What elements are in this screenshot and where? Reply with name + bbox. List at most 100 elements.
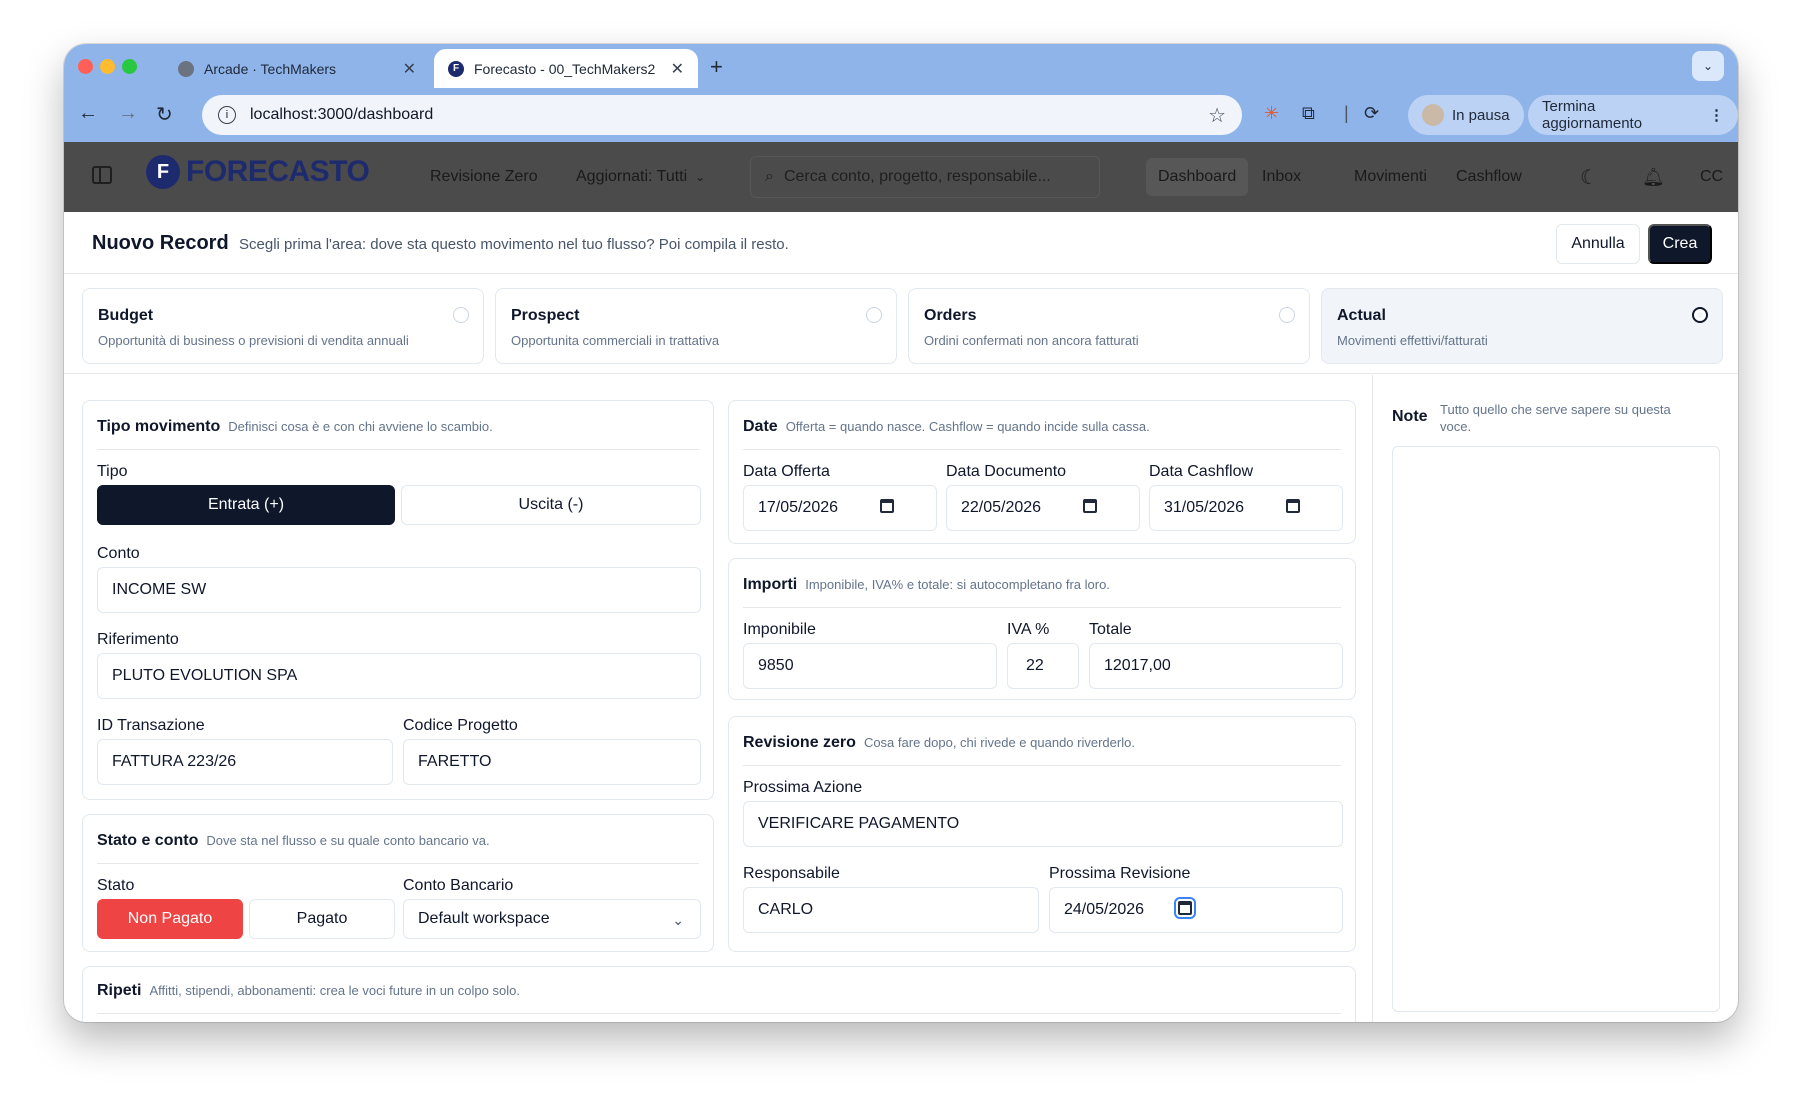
entrata-toggle[interactable]: Entrata (+) [97, 485, 395, 525]
global-search-input[interactable]: ⌕ Cerca conto, progetto, responsabile... [750, 156, 1100, 198]
uscita-toggle[interactable]: Uscita (-) [401, 485, 701, 525]
more-vert-icon[interactable]: ⋮ [1709, 106, 1724, 124]
data-documento-value: 22/05/2026 [961, 499, 1042, 516]
prossima-revisione-label: Prossima Revisione [1049, 865, 1191, 882]
note-subtitle: Tutto quello che serve sapere su questa … [1440, 402, 1671, 434]
riferimento-label: Riferimento [97, 631, 179, 648]
site-info-icon[interactable]: i [218, 106, 236, 124]
extension-sparkle-icon[interactable]: ✳ [1264, 103, 1279, 124]
card-header: Date Offerta = quando nasce. Cashflow = … [743, 418, 1341, 450]
calendar-icon[interactable] [1174, 897, 1196, 919]
bookmark-star-icon[interactable]: ☆ [1208, 103, 1226, 128]
non-pagato-toggle[interactable]: Non Pagato [97, 899, 243, 939]
riferimento-field[interactable]: PLUTO EVOLUTION SPA [97, 653, 701, 699]
close-window-button[interactable] [78, 59, 93, 74]
forward-arrow-icon[interactable]: → [118, 102, 138, 125]
prossima-revisione-field[interactable]: 24/05/2026 [1049, 887, 1343, 933]
card-title: Tipo movimento [97, 418, 221, 435]
area-radio-selected[interactable] [1692, 307, 1708, 323]
iva-field[interactable]: 22 [1007, 643, 1079, 689]
area-name: Actual [1337, 307, 1386, 324]
sidebar-toggle-icon[interactable] [92, 166, 112, 184]
profile-pill[interactable]: In pausa [1408, 95, 1524, 135]
area-option-actual[interactable]: Actual Movimenti effettivi/fatturati [1321, 288, 1723, 364]
area-option-orders[interactable]: Orders Ordini confermati non ancora fatt… [908, 288, 1310, 364]
nav-dashboard[interactable]: Dashboard [1146, 158, 1249, 196]
stato-label: Stato [97, 877, 135, 894]
notifications-bell-icon[interactable]: 🔔︎ [1630, 158, 1677, 196]
area-name: Budget [98, 307, 154, 324]
close-tab-icon[interactable]: ✕ [403, 59, 416, 79]
reload-icon[interactable]: ↻ [156, 102, 173, 127]
revisione-zero-button[interactable]: Revisione Zero [418, 158, 550, 196]
user-menu-avatar[interactable]: CC [1688, 158, 1735, 196]
imponibile-value: 9850 [758, 657, 794, 674]
codice-progetto-field[interactable]: FARETTO [403, 739, 701, 785]
calendar-icon[interactable] [880, 499, 894, 513]
area-option-budget[interactable]: Budget Opportunità di business o previsi… [82, 288, 484, 364]
revisione-zero-card: Revisione zero Cosa fare dopo, chi rived… [728, 716, 1356, 952]
prossima-azione-field[interactable]: VERIFICARE PAGAMENTO [743, 801, 1343, 847]
dark-mode-moon-icon[interactable]: ☾ [1568, 158, 1610, 196]
data-offerta-field[interactable]: 17/05/2026 [743, 485, 937, 531]
browser-tab-forecasto[interactable]: F Forecasto - 00_TechMakers2 ✕ [434, 49, 698, 88]
minimize-window-button[interactable] [100, 59, 115, 74]
totale-field[interactable]: 12017,00 [1089, 643, 1343, 689]
new-tab-icon[interactable]: + [710, 54, 723, 80]
update-button[interactable]: Termina aggiornamento ⋮ [1528, 95, 1738, 135]
area-description: Opportunità di business o previsioni di … [98, 333, 409, 348]
logo-text: FORECASTO [186, 155, 370, 188]
importi-card: Importi Imponibile, IVA% e totale: si au… [728, 558, 1356, 700]
calendar-icon[interactable] [1286, 499, 1300, 513]
chevron-down-icon: ⌄ [695, 170, 706, 184]
profile-label: In pausa [1452, 106, 1510, 124]
page-subtitle: Scegli prima l'area: dove sta questo mov… [239, 236, 789, 253]
nav-cashflow[interactable]: Cashflow [1444, 158, 1534, 196]
extensions-puzzle-icon[interactable]: ⧉ [1302, 103, 1315, 124]
zoom-window-button[interactable] [122, 59, 137, 74]
pagato-toggle[interactable]: Pagato [249, 899, 395, 939]
sync-icon[interactable]: ⟳ [1364, 103, 1379, 124]
area-radio[interactable] [1279, 307, 1295, 323]
forecasto-favicon-icon: F [448, 60, 464, 77]
close-tab-icon[interactable]: ✕ [671, 59, 684, 79]
riferimento-value: PLUTO EVOLUTION SPA [112, 667, 298, 684]
card-title: Importi [743, 576, 798, 593]
aggiornati-filter-dropdown[interactable]: Aggiornati: Tutti ⌄ [564, 158, 717, 196]
forecasto-logo[interactable]: F FORECASTO [146, 155, 370, 189]
note-textarea[interactable] [1392, 446, 1720, 1012]
codice-progetto-value: FARETTO [418, 753, 492, 770]
nav-inbox-label: Inbox [1262, 168, 1302, 185]
id-transazione-field[interactable]: FATTURA 223/26 [97, 739, 393, 785]
prossima-azione-label: Prossima Azione [743, 779, 863, 796]
nav-movimenti[interactable]: Movimenti [1342, 158, 1439, 196]
browser-tab-arcade[interactable]: Arcade · TechMakers ✕ [164, 49, 430, 88]
note-label: Note [1392, 408, 1428, 425]
area-description: Opportunita commerciali in trattativa [511, 333, 720, 348]
aggiornati-label: Aggiornati: Tutti [576, 168, 688, 185]
cancel-button[interactable]: Annulla [1556, 224, 1640, 264]
tab-title: Forecasto - 00_TechMakers2 [474, 60, 656, 77]
area-name: Prospect [511, 307, 580, 324]
conto-bancario-select[interactable]: Default workspace ⌄ [403, 899, 701, 939]
conto-field[interactable]: INCOME SW [97, 567, 701, 613]
area-option-prospect[interactable]: Prospect Opportunita commerciali in trat… [495, 288, 897, 364]
data-documento-field[interactable]: 22/05/2026 [946, 485, 1140, 531]
area-radio[interactable] [453, 307, 469, 323]
url-text: localhost:3000/dashboard [250, 106, 434, 123]
address-bar[interactable]: i localhost:3000/dashboard ☆ [202, 95, 1242, 135]
area-radio[interactable] [866, 307, 882, 323]
page-title: Nuovo Record [92, 232, 229, 254]
calendar-icon[interactable] [1083, 499, 1097, 513]
totale-label: Totale [1089, 621, 1132, 638]
tab-search-chevron-icon[interactable]: ⌄ [1692, 51, 1724, 81]
card-header: Stato e conto Dove sta nel flusso e su q… [97, 832, 699, 864]
imponibile-field[interactable]: 9850 [743, 643, 997, 689]
back-arrow-icon[interactable]: ← [78, 102, 98, 125]
nav-inbox[interactable]: Inbox [1250, 158, 1313, 196]
data-cashflow-field[interactable]: 31/05/2026 [1149, 485, 1343, 531]
nav-dashboard-label: Dashboard [1158, 168, 1237, 185]
responsabile-field[interactable]: CARLO [743, 887, 1039, 933]
data-documento-label: Data Documento [946, 463, 1067, 480]
create-button[interactable]: Crea [1648, 224, 1712, 264]
